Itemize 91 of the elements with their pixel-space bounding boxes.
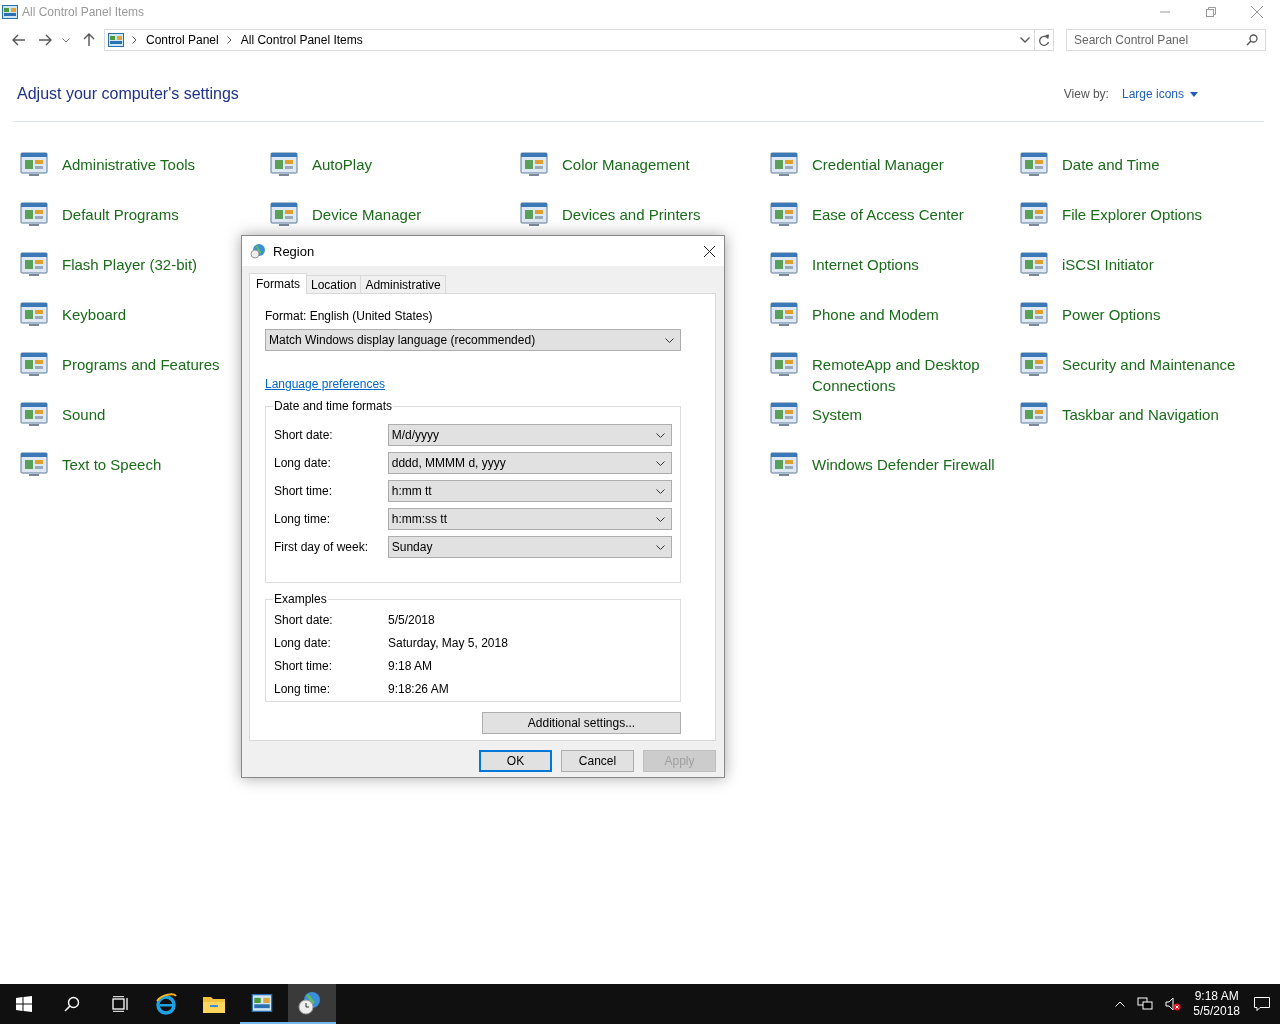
control-panel-link[interactable]: Keyboard xyxy=(62,298,127,325)
control-panel-link[interactable]: Color Management xyxy=(562,148,690,175)
control-panel-icon xyxy=(108,33,124,47)
search-field[interactable]: Search Control Panel xyxy=(1066,29,1266,51)
example-label: Long time: xyxy=(274,681,332,696)
dropdown[interactable]: Match Windows display language (recommended) xyxy=(265,329,681,351)
view-by-dropdown[interactable]: Large icons xyxy=(1121,87,1198,101)
control-panel-link[interactable]: Programs and Features xyxy=(62,348,220,375)
control-panel-link[interactable]: Devices and Printers xyxy=(562,198,701,225)
address-bar[interactable]: Control Panel All Control Panel Items xyxy=(104,29,1054,51)
close-icon xyxy=(1251,6,1263,18)
arrow-up-icon xyxy=(83,33,95,47)
chevron-down-icon xyxy=(656,488,665,494)
control-panel-link[interactable]: Ease of Access Center xyxy=(812,198,964,225)
clock-time: 9:18 AM xyxy=(1194,989,1239,1004)
example-label: Short date: xyxy=(274,612,334,627)
control-panel-link[interactable]: Device Manager xyxy=(312,198,422,225)
field-label: Long date: xyxy=(274,456,332,470)
dropdown[interactable]: dddd, MMMM d, yyyy xyxy=(387,452,672,474)
control-panel-link[interactable]: iSCSI Initiator xyxy=(1062,248,1154,275)
dropdown[interactable]: Sunday xyxy=(387,536,672,558)
control-panel-link[interactable]: File Explorer Options xyxy=(1062,198,1203,225)
language-preferences-link[interactable]: Language preferences xyxy=(265,376,386,392)
control-panel-link[interactable]: System xyxy=(812,398,862,425)
clock[interactable]: 9:18 AM 5/5/2018 xyxy=(1193,989,1240,1019)
clock-date: 5/5/2018 xyxy=(1193,1004,1240,1019)
breadcrumb[interactable]: Control Panel xyxy=(146,33,219,47)
group-title: Examples xyxy=(273,591,328,607)
control-panel-link[interactable]: Taskbar and Navigation xyxy=(1062,398,1219,425)
control-panel-link[interactable]: Internet Options xyxy=(812,248,919,275)
field-label: Long time: xyxy=(274,512,332,526)
window-title: All Control Panel Items xyxy=(22,5,145,19)
caret-icon xyxy=(1190,91,1198,97)
control-panel-link[interactable]: Sound xyxy=(62,398,106,425)
example-value: 9:18:26 AM xyxy=(388,681,449,696)
control-panel-link[interactable]: Phone and Modem xyxy=(812,298,939,325)
field-label: Short date: xyxy=(274,428,334,442)
dropdown[interactable]: h:mm:ss tt xyxy=(387,508,672,530)
example-value: 5/5/2018 xyxy=(388,612,435,627)
control-panel-link[interactable]: Administrative Tools xyxy=(62,148,196,175)
example-label: Long date: xyxy=(274,635,332,650)
chevron-down-icon xyxy=(62,37,70,43)
dialog-button[interactable]: OK xyxy=(479,750,552,772)
format-label: Format: English (United States) xyxy=(265,308,434,324)
dropdown[interactable]: h:mm tt xyxy=(387,480,672,502)
arrow-left-icon xyxy=(12,34,26,46)
chevron-right-icon[interactable] xyxy=(132,36,137,44)
windows-logo-icon xyxy=(16,996,32,1012)
arrow-right-icon xyxy=(38,34,52,46)
globe-icon xyxy=(250,243,266,259)
additional-settings-button[interactable]: Additional settings... xyxy=(482,712,681,734)
chevron-right-icon[interactable] xyxy=(226,36,232,44)
example-value: Saturday, May 5, 2018 xyxy=(388,635,508,650)
chevron-down-icon xyxy=(656,516,665,522)
taskbar-app-button[interactable] xyxy=(288,984,336,1024)
close-icon xyxy=(703,245,715,257)
control-panel-link[interactable]: Power Options xyxy=(1062,298,1161,325)
chevron-down-icon xyxy=(656,432,665,438)
search-icon xyxy=(1246,34,1258,46)
page-heading: Adjust your computer's settings xyxy=(17,85,239,103)
control-panel-link[interactable]: AutoPlay xyxy=(312,148,373,175)
chevron-down-icon xyxy=(656,544,665,550)
control-panel-link[interactable]: Text to Speech xyxy=(62,448,162,475)
globe-clock-icon xyxy=(298,991,322,1015)
control-panel-link[interactable]: Date and Time xyxy=(1062,148,1160,175)
control-panel-icon xyxy=(251,994,273,1012)
tab[interactable]: Formats xyxy=(249,273,307,294)
dialog-button[interactable]: Cancel xyxy=(561,750,634,772)
example-label: Short time: xyxy=(274,658,334,673)
field-label: Short time: xyxy=(274,484,334,498)
field-label: First day of week: xyxy=(274,540,370,554)
breadcrumb[interactable]: All Control Panel Items xyxy=(240,33,363,47)
restore-icon xyxy=(1206,7,1216,17)
dropdown[interactable]: M/d/yyyy xyxy=(387,424,672,446)
chevron-down-icon xyxy=(656,460,665,466)
control-panel-link[interactable]: Default Programs xyxy=(62,198,179,225)
task-view-icon xyxy=(111,996,129,1012)
control-panel-icon xyxy=(2,5,18,19)
chevron-down-icon xyxy=(665,337,674,343)
browser-icon xyxy=(154,992,178,1016)
folder-icon xyxy=(202,994,226,1014)
control-panel-link[interactable]: Credential Manager xyxy=(812,148,944,175)
tab[interactable]: Administrative xyxy=(360,275,446,293)
control-panel-link[interactable]: Flash Player (32-bit) xyxy=(62,248,198,275)
control-panel-link[interactable]: RemoteApp and Desktop Connections xyxy=(812,348,997,396)
control-panel-link[interactable]: Windows Defender Firewall xyxy=(812,448,995,475)
search-icon xyxy=(64,996,80,1012)
view-by-label: View by: xyxy=(1063,87,1109,101)
example-value: 9:18 AM xyxy=(388,658,433,673)
dialog-title: Region xyxy=(273,243,315,259)
control-panel-link[interactable]: Security and Maintenance xyxy=(1062,348,1236,375)
